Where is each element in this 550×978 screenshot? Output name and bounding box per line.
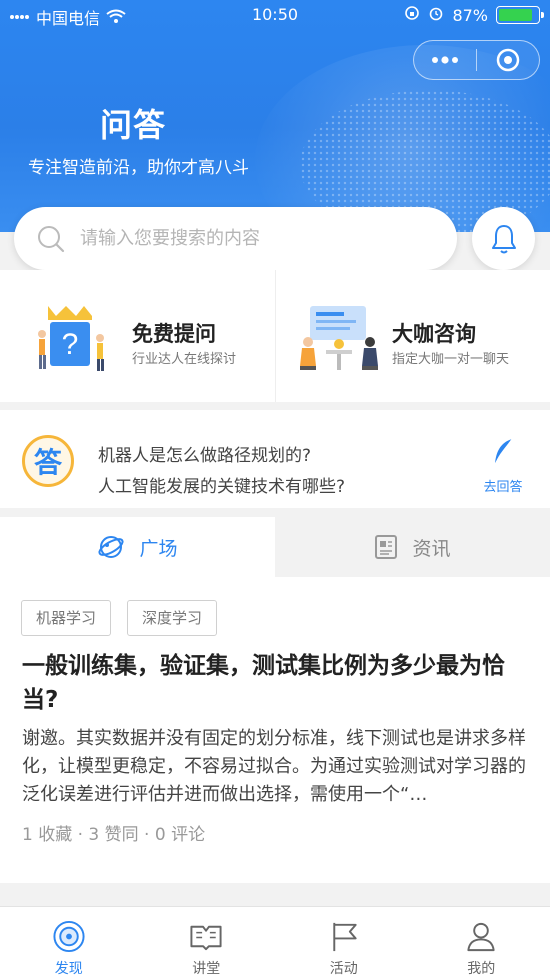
more-dots-icon [432,56,458,64]
battery-icon [496,6,544,24]
search-icon [38,225,65,252]
nav-me[interactable]: 我的 [413,907,550,978]
status-right: 87% [404,5,544,25]
prompt-question[interactable]: 机器人是怎么做路径规划的? [98,441,311,466]
target-close-icon [496,48,520,72]
nav-label: 我的 [467,961,496,977]
go-answer-button[interactable]: 去回答 [478,438,528,495]
svg-text:?: ? [62,328,79,361]
battery-fill [499,9,533,21]
expert-consult-card[interactable]: 大咖咨询 指定大咖一对一聊天 [275,270,550,402]
tab-square[interactable]: 广场 [0,517,275,577]
book-icon [190,925,222,951]
hero-banner: 中国电信 10:50 87% 问答 专注智造前沿，助你才高八斗 [0,0,550,232]
app-page: 中国电信 10:50 87% 问答 专注智造前沿，助你才高八斗 请输入您要搜索的… [0,0,550,978]
more-button[interactable] [414,40,476,80]
miniprogram-capsule [413,40,540,80]
feature-subtitle: 行业达人在线探讨 [132,352,237,367]
tag-deep-learning[interactable]: 深度学习 [127,600,218,636]
question-post[interactable]: 机器学习 深度学习 一般训练集，验证集，测试集比例为多少最为恰当? 谢邀。其实数… [0,577,550,883]
document-icon [375,535,398,559]
question-illustration-icon: ? [38,306,104,371]
discover-icon [53,920,85,953]
person-icon [467,922,495,952]
feature-row: ? 免费提问 行业达人在线探讨 大咖咨询 指定大咖一对一聊天 [0,270,550,402]
nav-activity[interactable]: 活动 [275,907,413,978]
planet-icon [98,536,125,558]
nav-discover[interactable]: 发现 [0,907,138,978]
alarm-icon [428,5,444,25]
answer-badge-icon: 答 [22,435,74,487]
notification-button[interactable] [472,207,535,270]
feature-title: 大咖咨询 [392,322,476,346]
post-stats: 1 收藏 · 3 赞同 · 0 评论 [22,825,206,845]
post-tags: 机器学习 深度学习 [21,600,218,636]
rotation-lock-icon [404,5,420,25]
search-input[interactable] [80,228,410,249]
tab-news[interactable]: 资讯 [275,517,550,577]
free-question-card[interactable]: ? 免费提问 行业达人在线探讨 [0,270,275,402]
tab-label: 资讯 [412,537,451,560]
content-tabs: 广场 资讯 [0,517,550,577]
search-bar[interactable] [14,207,457,270]
consult-illustration-icon [300,306,378,370]
tag-machine-learning[interactable]: 机器学习 [21,600,112,636]
nav-lecture[interactable]: 讲堂 [138,907,276,978]
nav-label: 发现 [54,961,83,977]
page-title: 问答 [100,106,167,144]
feature-subtitle: 指定大咖一对一聊天 [392,352,510,367]
status-bar: 中国电信 10:50 87% [0,0,550,30]
close-miniprogram-button[interactable] [477,40,539,80]
post-excerpt: 谢邀。其实数据并没有固定的划分标准，线下测试也是讲求多样化，让模型更稳定，不容易… [22,728,526,805]
prompt-question[interactable]: 人工智能发展的关键技术有哪些? [98,472,345,497]
page-subtitle: 专注智造前沿，助你才高八斗 [28,158,249,178]
go-answer-label: 去回答 [483,480,523,495]
battery-tip [541,12,544,18]
battery-percent: 87% [452,5,488,25]
nav-label: 讲堂 [192,961,221,977]
feather-pen-icon [494,438,513,465]
post-title[interactable]: 一般训练集，验证集，测试集比例为多少最为恰当? [22,649,532,717]
bell-icon [491,224,516,253]
nav-label: 活动 [329,961,358,977]
tab-label: 广场 [139,537,178,560]
bottom-tab-bar: 发现 讲堂 活动 我的 [0,906,550,978]
answer-prompt-card[interactable]: 答 机器人是怎么做路径规划的? 人工智能发展的关键技术有哪些? 去回答 [0,410,550,508]
flag-icon [333,922,357,952]
feature-title: 免费提问 [132,322,216,346]
